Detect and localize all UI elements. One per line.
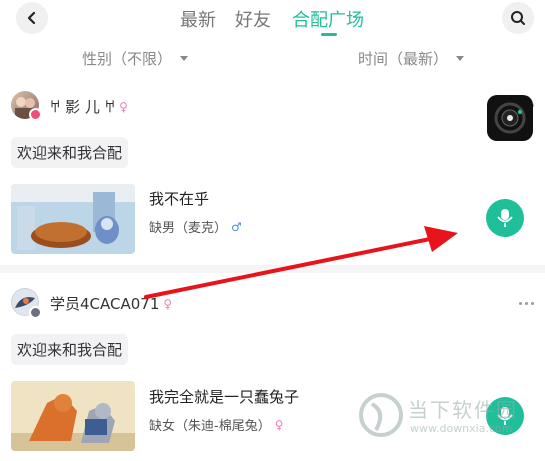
- screen: 最新 好友 合配广场 性别（不限） 时间（最新） 𐀀 影 儿 𐀀 ♀ 欢迎来和我…: [0, 0, 545, 461]
- annotation-arrow: [144, 226, 458, 299]
